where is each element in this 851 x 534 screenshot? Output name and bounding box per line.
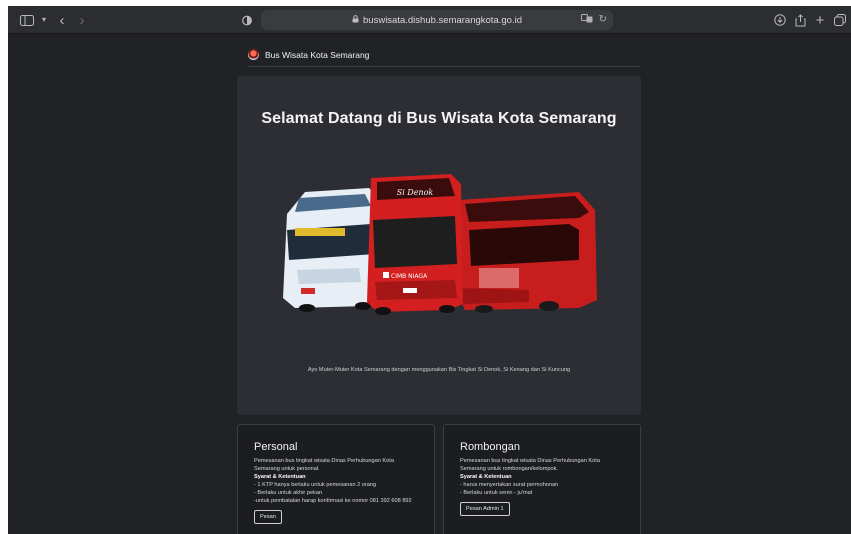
new-tab-icon[interactable]: + — [811, 11, 829, 29]
hero-title: Selamat Datang di Bus Wisata Kota Semara… — [261, 110, 617, 127]
group-card: Rombongan Pemesanan bus tingkat wisata D… — [443, 424, 641, 534]
bus-si-kenang — [283, 188, 381, 312]
reload-icon[interactable]: ↻ — [599, 14, 607, 25]
brand-logo-icon[interactable] — [248, 49, 259, 60]
bus-si-kuncung — [455, 192, 597, 313]
brand-name[interactable]: Bus Wisata Kota Semarang — [265, 50, 369, 60]
download-icon[interactable] — [771, 11, 789, 29]
personal-card: Personal Pemesanan bus tingkat wisata Di… — [237, 424, 435, 534]
bus-fleet-image: Si Denok CIMB NIAGA — [283, 174, 597, 315]
lock-icon — [352, 15, 359, 25]
translate-icon[interactable] — [580, 14, 593, 25]
bus-destination-label: Si Denok — [397, 188, 434, 197]
bus-sponsor-label: CIMB NIAGA — [391, 273, 428, 280]
personal-term: - 1 KTP hanya berlaku untuk pemesanan 2 … — [254, 482, 377, 488]
group-description: Pemesanan bus tingkat wisata Dinas Perhu… — [460, 458, 600, 472]
hero-caption: Ayo Muter-Muter Kota Semarang dengan men… — [307, 367, 571, 373]
pesan-button[interactable]: Pesan — [254, 510, 282, 524]
personal-term: -untuk pembatalan harap konfirmasi ke no… — [254, 498, 412, 504]
browser-toolbar: ▾ ‹ › buswisata.dishub.semarangkota.go.i… — [8, 6, 851, 34]
group-term: - harus menyertakan surat permohonan — [460, 482, 559, 488]
group-term: - Berlaku untuk senin - ju'mat — [460, 490, 533, 496]
bus-si-denok: Si Denok CIMB NIAGA — [367, 174, 463, 315]
web-page: Bus Wisata Kota Semarang Selamat Datang … — [8, 35, 851, 534]
personal-terms-heading: Syarat & Ketentuan — [254, 474, 306, 480]
personal-description: Pemesanan bus tingkat wisata Dinas Perhu… — [254, 458, 394, 472]
pesan-admin-button[interactable]: Pesan Admin 1 — [460, 502, 510, 516]
site-navbar: Bus Wisata Kota Semarang — [248, 43, 641, 67]
group-title: Rombongan — [460, 441, 520, 453]
browser-window: ▾ ‹ › buswisata.dishub.semarangkota.go.i… — [8, 6, 851, 534]
personal-title: Personal — [254, 441, 298, 453]
url-text: buswisata.dishub.semarangkota.go.id — [363, 14, 522, 26]
forward-icon[interactable]: › — [73, 11, 91, 29]
sidebar-toggle-icon[interactable] — [18, 11, 36, 29]
hero-section: Selamat Datang di Bus Wisata Kota Semara… — [237, 76, 641, 415]
chevron-down-icon[interactable]: ▾ — [35, 11, 53, 29]
group-terms-heading: Syarat & Ketentuan — [460, 474, 512, 480]
share-icon[interactable] — [791, 11, 809, 29]
tab-overview-icon[interactable] — [831, 11, 849, 29]
back-icon[interactable]: ‹ — [53, 11, 71, 29]
privacy-shield-icon[interactable] — [238, 11, 256, 29]
address-bar[interactable]: buswisata.dishub.semarangkota.go.id ↻ — [261, 10, 613, 30]
personal-term: - Berlaku untuk akhir pekan — [254, 490, 323, 496]
